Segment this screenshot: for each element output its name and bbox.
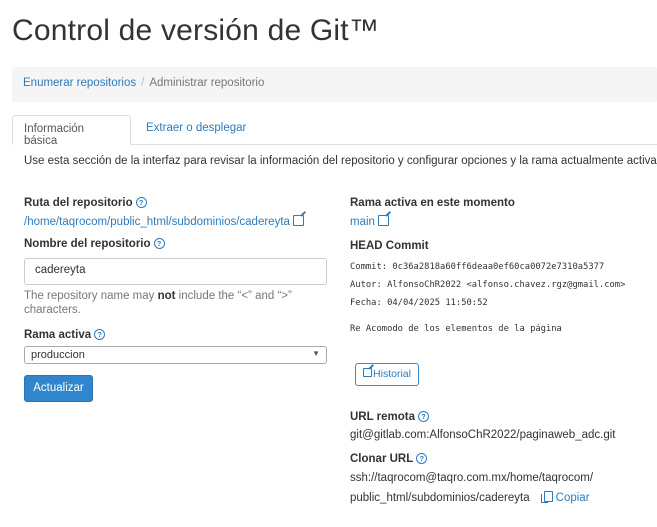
current-branch-link[interactable]: main	[350, 215, 389, 228]
repository-path-link[interactable]: /home/taqrocom/public_html/subdominios/c…	[24, 215, 304, 228]
breadcrumb-current: Administrar repositorio	[149, 77, 265, 89]
current-branch-label: Rama activa en este momento	[350, 197, 515, 209]
repository-name-label-text: Nombre del repositorio	[24, 238, 151, 250]
question-circle-icon[interactable]: ?	[94, 329, 106, 340]
clone-url-label-text: Clonar URL	[350, 453, 414, 465]
commit-hash: Commit: 0c36a2818a60ff6deaa0ef60ca0072e7…	[350, 262, 605, 272]
commit-author: Autor: AlfonsoChR2022 <alfonso.chavez.rg…	[350, 280, 626, 290]
copy-icon	[540, 491, 553, 503]
repository-path-label: Ruta del repositorio?	[24, 197, 147, 209]
remote-url-value: git@gitlab.com:AlfonsoChR2022/paginaweb_…	[350, 429, 616, 441]
commit-message: Re Acomodo de los elementos de la página	[350, 324, 562, 334]
page-title: Control de versión de Git™	[12, 14, 380, 47]
remote-url-label-text: URL remota	[350, 411, 415, 423]
hint-text-bold: not	[157, 290, 176, 302]
repository-path-value: /home/taqrocom/public_html/subdominios/c…	[24, 216, 290, 228]
remote-url-label: URL remota?	[350, 411, 429, 423]
history-button-label: Historial	[373, 368, 411, 380]
repository-path-label-text: Ruta del repositorio	[24, 197, 133, 209]
breadcrumb-separator: /	[141, 77, 145, 89]
tab-basic-info[interactable]: Información básica	[12, 115, 131, 147]
repository-name-input[interactable]: cadereyta	[24, 258, 327, 285]
history-button[interactable]: Historial	[355, 363, 419, 386]
chevron-down-icon: ▼	[312, 349, 320, 358]
commit-date: Fecha: 04/04/2025 11:50:52	[350, 298, 488, 308]
repository-name-hint: The repository name may not include the …	[24, 289, 324, 317]
copy-label: Copiar	[555, 492, 590, 504]
current-branch-value: main	[350, 216, 375, 228]
tab-bar: Información básica Extraer o desplegar	[12, 115, 657, 147]
clone-url-label: Clonar URL?	[350, 453, 428, 465]
clone-url-line-2: public_html/subdominios/cadereyta Copiar	[350, 491, 590, 504]
clone-url-line-1: ssh://taqrocom@taqro.com.mx/home/taqroco…	[350, 472, 594, 484]
hint-text-pre: The repository name may	[24, 290, 158, 302]
breadcrumb: Enumerar repositorios / Administrar reposi…	[12, 67, 657, 102]
question-circle-icon[interactable]: ?	[135, 197, 147, 208]
update-button[interactable]: Actualizar	[24, 375, 93, 402]
active-branch-select[interactable]: produccion ▼	[24, 346, 327, 364]
external-link-icon	[363, 368, 373, 377]
question-circle-icon[interactable]: ?	[153, 238, 165, 249]
active-branch-selected: produccion	[31, 349, 85, 361]
question-circle-icon[interactable]: ?	[416, 453, 428, 464]
head-commit-label: HEAD Commit	[350, 240, 429, 252]
repository-name-label: Nombre del repositorio?	[24, 238, 165, 250]
active-branch-label-text: Rama activa	[24, 329, 92, 341]
copy-button[interactable]: Copiar	[540, 491, 590, 504]
active-branch-label: Rama activa?	[24, 329, 106, 341]
clone-url-line-2-text: public_html/subdominios/cadereyta	[350, 492, 530, 504]
external-link-icon	[377, 215, 389, 226]
section-description: Use esta sección de la interfaz para rev…	[24, 155, 657, 167]
external-link-icon	[292, 215, 304, 226]
question-circle-icon[interactable]: ?	[417, 411, 429, 422]
breadcrumb-list-repositories-link[interactable]: Enumerar repositorios	[23, 77, 136, 89]
tab-pull-deploy[interactable]: Extraer o desplegar	[135, 115, 257, 144]
